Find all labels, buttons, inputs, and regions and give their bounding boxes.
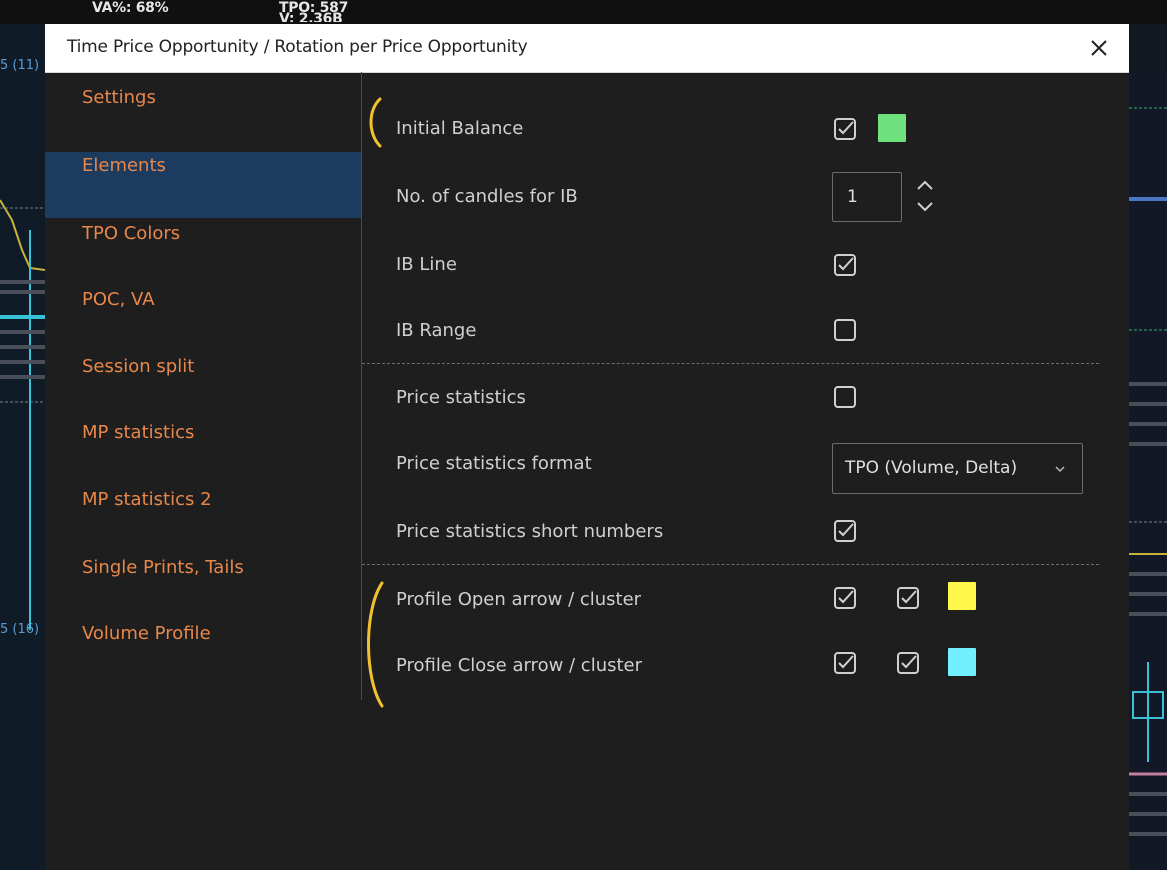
sidebar-item-session-split[interactable]: Session split	[45, 351, 361, 417]
profile-open-label: Profile Open arrow / cluster	[396, 589, 642, 610]
ib-line-checkbox[interactable]	[834, 254, 856, 276]
sidebar-item-label: POC, VA	[82, 289, 155, 310]
ib-line-label: IB Line	[396, 254, 457, 275]
sidebar-item-label: Volume Profile	[82, 623, 211, 644]
stepper-arrows-icon	[917, 180, 933, 212]
profile-close-label: Profile Close arrow / cluster	[396, 655, 643, 676]
profile-close-color-swatch[interactable]	[948, 648, 976, 676]
ib-candles-label: No. of candles for IB	[396, 186, 578, 207]
sidebar-item-volume-profile[interactable]: Volume Profile	[45, 618, 361, 684]
profile-open-arrow-checkbox[interactable]	[834, 587, 856, 609]
dialog-title: Time Price Opportunity / Rotation per Pr…	[67, 37, 528, 57]
sidebar-item-label: Single Prints, Tails	[82, 557, 244, 578]
ib-range-label: IB Range	[396, 320, 477, 341]
sidebar-item-tpo-colors[interactable]: TPO Colors	[45, 218, 361, 284]
sidebar-item-label: TPO Colors	[82, 223, 181, 244]
va-stat: VA%: 68%	[92, 0, 169, 16]
ib-range-checkbox[interactable]	[834, 319, 856, 341]
settings-dialog: Time Price Opportunity / Rotation per Pr…	[45, 24, 1129, 870]
sidebar-item-settings[interactable]: Settings	[45, 82, 361, 148]
profile-close-arrow-checkbox[interactable]	[834, 652, 856, 674]
sidebar-item-label: Settings	[82, 87, 156, 108]
section-divider	[362, 564, 1099, 565]
chevron-down-icon	[1055, 466, 1065, 473]
select-value: TPO (Volume, Delta)	[845, 458, 1018, 478]
price-statistics-checkbox[interactable]	[834, 386, 856, 408]
close-icon	[1091, 40, 1107, 56]
sidebar-item-label: MP statistics	[82, 422, 195, 443]
price-statistics-short-label: Price statistics short numbers	[396, 521, 664, 542]
annotation-bracket	[367, 581, 384, 708]
chart-right-lines	[1129, 107, 1167, 836]
sidebar-item-label: Elements	[82, 155, 166, 176]
profile-open-color-swatch[interactable]	[948, 582, 976, 610]
price-statistics-label: Price statistics	[396, 387, 526, 408]
section-divider	[362, 363, 1099, 364]
profile-open-cluster-checkbox[interactable]	[897, 587, 919, 609]
sidebar-item-single-prints-tails[interactable]: Single Prints, Tails	[45, 552, 361, 618]
dialog-titlebar: Time Price Opportunity / Rotation per Pr…	[45, 24, 1129, 73]
price-statistics-format-select[interactable]: TPO (Volume, Delta)	[832, 443, 1083, 494]
chart-top-bar	[0, 0, 1167, 24]
initial-balance-checkbox[interactable]	[834, 118, 856, 140]
chart-edge-label: 5 (11)	[0, 58, 40, 73]
initial-balance-color-swatch[interactable]	[878, 114, 906, 142]
price-statistics-format-label: Price statistics format	[396, 453, 592, 474]
ib-candles-stepper[interactable]	[910, 176, 940, 216]
sidebar-item-mp-statistics-2[interactable]: MP statistics 2	[45, 484, 361, 550]
sidebar-item-elements[interactable]: Elements	[45, 152, 361, 218]
tpo-volume-stat: V: 2.36B	[279, 12, 343, 22]
elements-panel: Initial Balance No. of candles for IB 1 …	[362, 72, 1129, 870]
settings-sidebar: Settings Elements TPO Colors POC, VA Ses…	[45, 72, 362, 700]
sidebar-item-poc-va[interactable]: POC, VA	[45, 284, 361, 350]
annotation-bracket	[369, 97, 382, 148]
profile-close-cluster-checkbox[interactable]	[897, 652, 919, 674]
sidebar-item-label: Session split	[82, 356, 195, 377]
sidebar-item-mp-statistics[interactable]: MP statistics	[45, 417, 361, 483]
initial-balance-label: Initial Balance	[396, 118, 524, 139]
price-statistics-short-checkbox[interactable]	[834, 520, 856, 542]
ib-candles-input[interactable]: 1	[832, 172, 902, 222]
chart-left-lines	[0, 199, 45, 630]
sidebar-item-label: MP statistics 2	[82, 489, 212, 510]
close-button[interactable]	[1085, 34, 1113, 62]
